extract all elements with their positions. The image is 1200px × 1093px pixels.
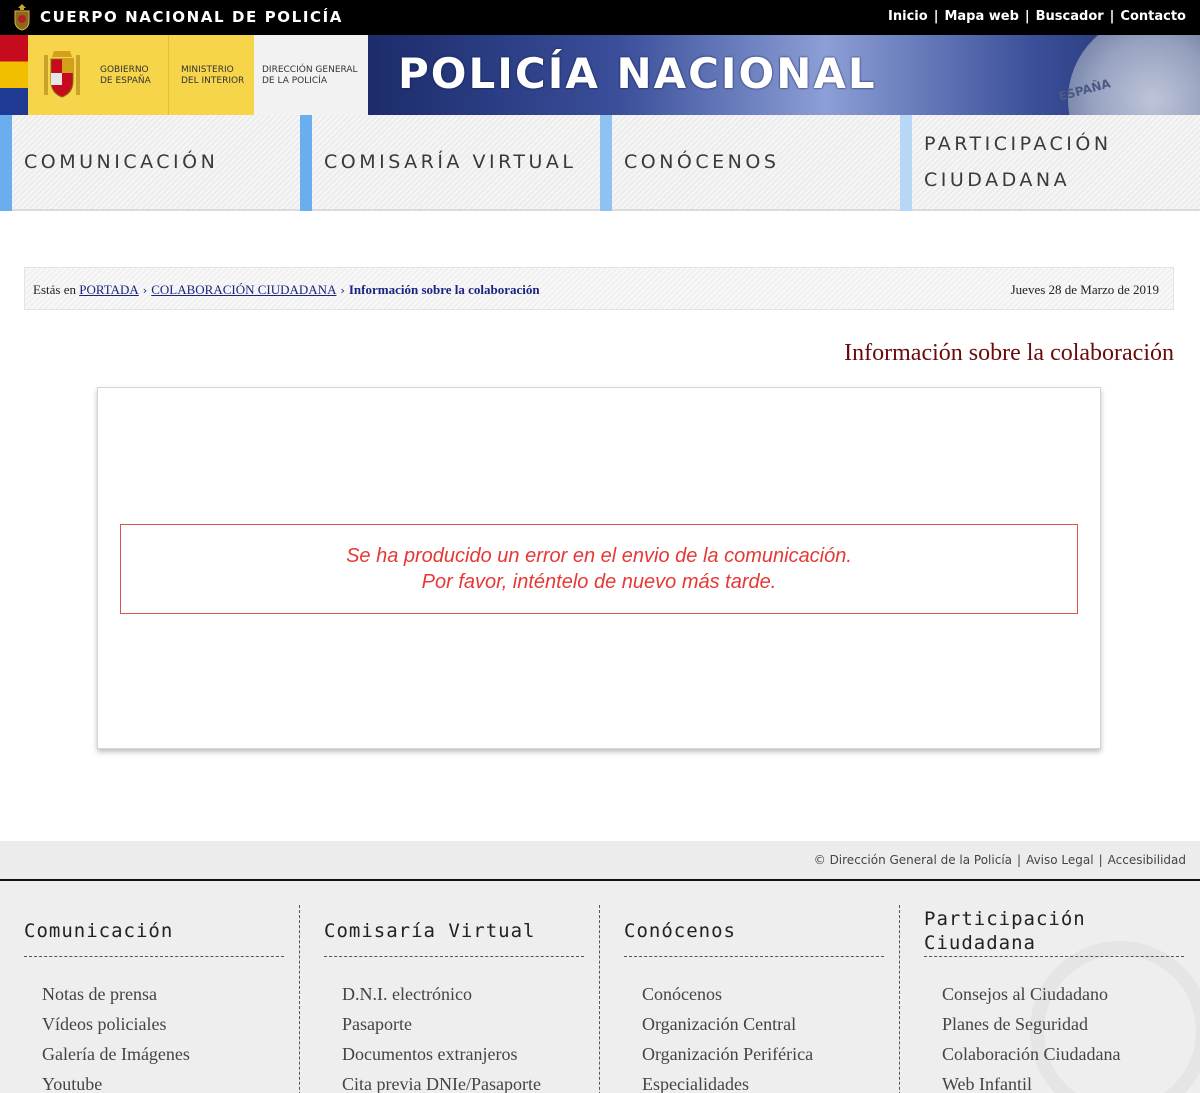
top-bar: CUERPO NACIONAL DE POLICÍA Inicio | Mapa w… xyxy=(0,0,1200,35)
footer-link[interactable]: Consejos al Ciudadano xyxy=(942,979,1184,1009)
error-line-1: Se ha producido un error en el envio de … xyxy=(346,545,852,567)
footer-link[interactable]: Organización Periférica xyxy=(642,1039,884,1069)
footer-link[interactable]: Planes de Seguridad xyxy=(942,1009,1184,1039)
breadcrumb-link-portada[interactable]: PORTADA xyxy=(79,282,139,297)
footer-col-title: Conócenos xyxy=(624,905,884,957)
footer-list: Conócenos Organización Central Organizac… xyxy=(642,979,884,1093)
nav-label: PARTICIPACIÓN xyxy=(924,133,1112,155)
link-inicio[interactable]: Inicio xyxy=(888,9,928,24)
footer-col-title-line: Ciudadana xyxy=(924,931,1036,954)
nav-label: COMUNICACIÓN xyxy=(24,151,219,173)
gobierno-text: GOBIERNO DE ESPAÑA xyxy=(100,65,151,87)
footer-col-conocenos: Conócenos Conócenos Organización Central… xyxy=(624,905,884,1093)
nav-conocenos[interactable]: CONÓCENOS xyxy=(600,115,900,211)
footer-divider xyxy=(599,905,600,1093)
footer-col-comunicacion: Comunicación Notas de prensa Vídeos poli… xyxy=(24,905,284,1093)
nav-accent xyxy=(0,115,12,211)
main-nav: COMUNICACIÓN COMISARÍA VIRTUAL CONÓCENOS… xyxy=(0,115,1200,211)
separator: | xyxy=(1024,9,1030,24)
footer-link[interactable]: Notas de prensa xyxy=(42,979,284,1009)
direccion-line: DIRECCIÓN GENERAL xyxy=(262,65,358,75)
error-line-2: Por favor, inténtelo de nuevo más tarde. xyxy=(421,571,777,593)
aviso-legal-link[interactable]: Aviso Legal xyxy=(1026,853,1094,867)
breadcrumb-link-colaboracion[interactable]: COLABORACIÓN CIUDADANA xyxy=(151,282,336,297)
link-mapa-web[interactable]: Mapa web xyxy=(944,9,1018,24)
error-message-box: Se ha producido un error en el envio de … xyxy=(120,524,1078,614)
footer-col-title-line: Participación xyxy=(924,907,1086,930)
link-buscador[interactable]: Buscador xyxy=(1036,9,1104,24)
footer-legal-links: © Dirección General de la Policía | Aviso … xyxy=(814,853,1186,867)
breadcrumb-trail: Estás en PORTADA › COLABORACIÓN CIUDADANA ›… xyxy=(33,282,540,298)
gobierno-line: DE ESPAÑA xyxy=(100,76,151,86)
footer-col-title: Participación Ciudadana xyxy=(924,905,1184,957)
footer-list: Notas de prensa Vídeos policiales Galerí… xyxy=(42,979,284,1093)
separator: | xyxy=(1109,9,1115,24)
nav-accent xyxy=(900,115,912,211)
nav-label: CONÓCENOS xyxy=(624,151,780,173)
nav-comisaria-virtual[interactable]: COMISARÍA VIRTUAL xyxy=(300,115,600,211)
separator: | xyxy=(1017,853,1022,867)
footer-link[interactable]: Organización Central xyxy=(642,1009,884,1039)
banner-title: POLICÍA NACIONAL xyxy=(398,49,877,98)
direccion-text: DIRECCIÓN GENERAL DE LA POLICÍA xyxy=(262,65,358,87)
nav-comunicacion[interactable]: COMUNICACIÓN xyxy=(0,115,300,211)
gobierno-line: GOBIERNO xyxy=(100,65,149,75)
content-panel: Se ha producido un error en el envio de … xyxy=(97,387,1101,749)
breadcrumb-current: Información sobre la colaboración xyxy=(348,282,540,297)
footer-link[interactable]: Vídeos policiales xyxy=(42,1009,284,1039)
footer-link[interactable]: Galería de Imágenes xyxy=(42,1039,284,1069)
footer-link[interactable]: Pasaporte xyxy=(342,1009,584,1039)
footer-col-participacion: Participación Ciudadana Consejos al Ciud… xyxy=(924,905,1184,1093)
header-banner: GOBIERNO DE ESPAÑA MINISTERIO DEL INTERI… xyxy=(0,35,1200,115)
footer-col-title: Comisaría Virtual xyxy=(324,905,584,957)
copyright-text: © Dirección General de la Policía xyxy=(813,853,1013,867)
separator: | xyxy=(1098,853,1103,867)
footer-divider xyxy=(899,905,900,1093)
nav-participacion-ciudadana[interactable]: PARTICIPACIÓN CIUDADANA xyxy=(900,115,1200,211)
footer-link[interactable]: Documentos extranjeros xyxy=(342,1039,584,1069)
footer-link[interactable]: Cita previa DNIe/Pasaporte xyxy=(342,1069,584,1093)
footer-list: Consejos al Ciudadano Planes de Segurida… xyxy=(942,979,1184,1093)
nav-accent xyxy=(600,115,612,211)
footer-col-comisaria: Comisaría Virtual D.N.I. electrónico Pas… xyxy=(324,905,584,1093)
spain-coat-of-arms-icon xyxy=(44,51,80,98)
link-contacto[interactable]: Contacto xyxy=(1120,9,1186,24)
chevron-right-icon: › xyxy=(340,284,345,297)
police-badge-icon xyxy=(1068,35,1200,115)
breadcrumb: Estás en PORTADA › COLABORACIÓN CIUDADANA ›… xyxy=(24,267,1174,310)
footer-list: D.N.I. electrónico Pasaporte Documentos … xyxy=(342,979,584,1093)
footer-link[interactable]: Web Infantil xyxy=(942,1069,1184,1093)
footer-copyright-bar: © Dirección General de la Policía | Aviso … xyxy=(0,841,1200,881)
footer-link[interactable]: Colaboración Ciudadana xyxy=(942,1039,1184,1069)
footer-divider xyxy=(299,905,300,1093)
footer-sitemap: Comunicación Notas de prensa Vídeos poli… xyxy=(0,881,1200,1093)
site-name: CUERPO NACIONAL DE POLICÍA xyxy=(40,8,344,26)
footer-link[interactable]: Especialidades xyxy=(642,1069,884,1093)
ministerio-text: MINISTERIO DEL INTERIOR xyxy=(181,65,244,87)
ministerio-line: MINISTERIO xyxy=(181,65,234,75)
top-links: Inicio | Mapa web | Buscador | Contacto xyxy=(888,9,1186,24)
chevron-right-icon: › xyxy=(142,284,148,297)
nav-label: COMISARÍA VIRTUAL xyxy=(324,151,577,173)
direccion-general-logo[interactable]: DIRECCIÓN GENERAL DE LA POLICÍA xyxy=(254,35,368,115)
direccion-line: DE LA POLICÍA xyxy=(262,76,327,86)
policia-nacional-banner[interactable]: POLICÍA NACIONAL ESPAÑA xyxy=(368,35,1200,115)
footer-link[interactable]: Conócenos xyxy=(642,979,884,1009)
accesibilidad-link[interactable]: Accesibilidad xyxy=(1108,853,1186,867)
page-title: Información sobre la colaboración xyxy=(844,340,1174,366)
footer-link[interactable]: Youtube xyxy=(42,1069,284,1093)
nav-accent xyxy=(300,115,312,211)
gobierno-logo[interactable]: GOBIERNO DE ESPAÑA xyxy=(28,35,168,115)
current-date: Jueves 28 de Marzo de 2019 xyxy=(1010,282,1159,297)
ministerio-logo[interactable]: MINISTERIO DEL INTERIOR xyxy=(168,35,254,115)
ministerio-line: DEL INTERIOR xyxy=(181,76,245,86)
police-crest-icon xyxy=(14,4,30,31)
nav-label: CIUDADANA xyxy=(924,169,1071,191)
separator: | xyxy=(933,9,939,24)
eu-flag-strip xyxy=(0,35,28,115)
footer-col-title: Comunicación xyxy=(24,905,284,957)
breadcrumb-prefix: Estás en xyxy=(33,282,76,297)
footer-link[interactable]: D.N.I. electrónico xyxy=(342,979,584,1009)
